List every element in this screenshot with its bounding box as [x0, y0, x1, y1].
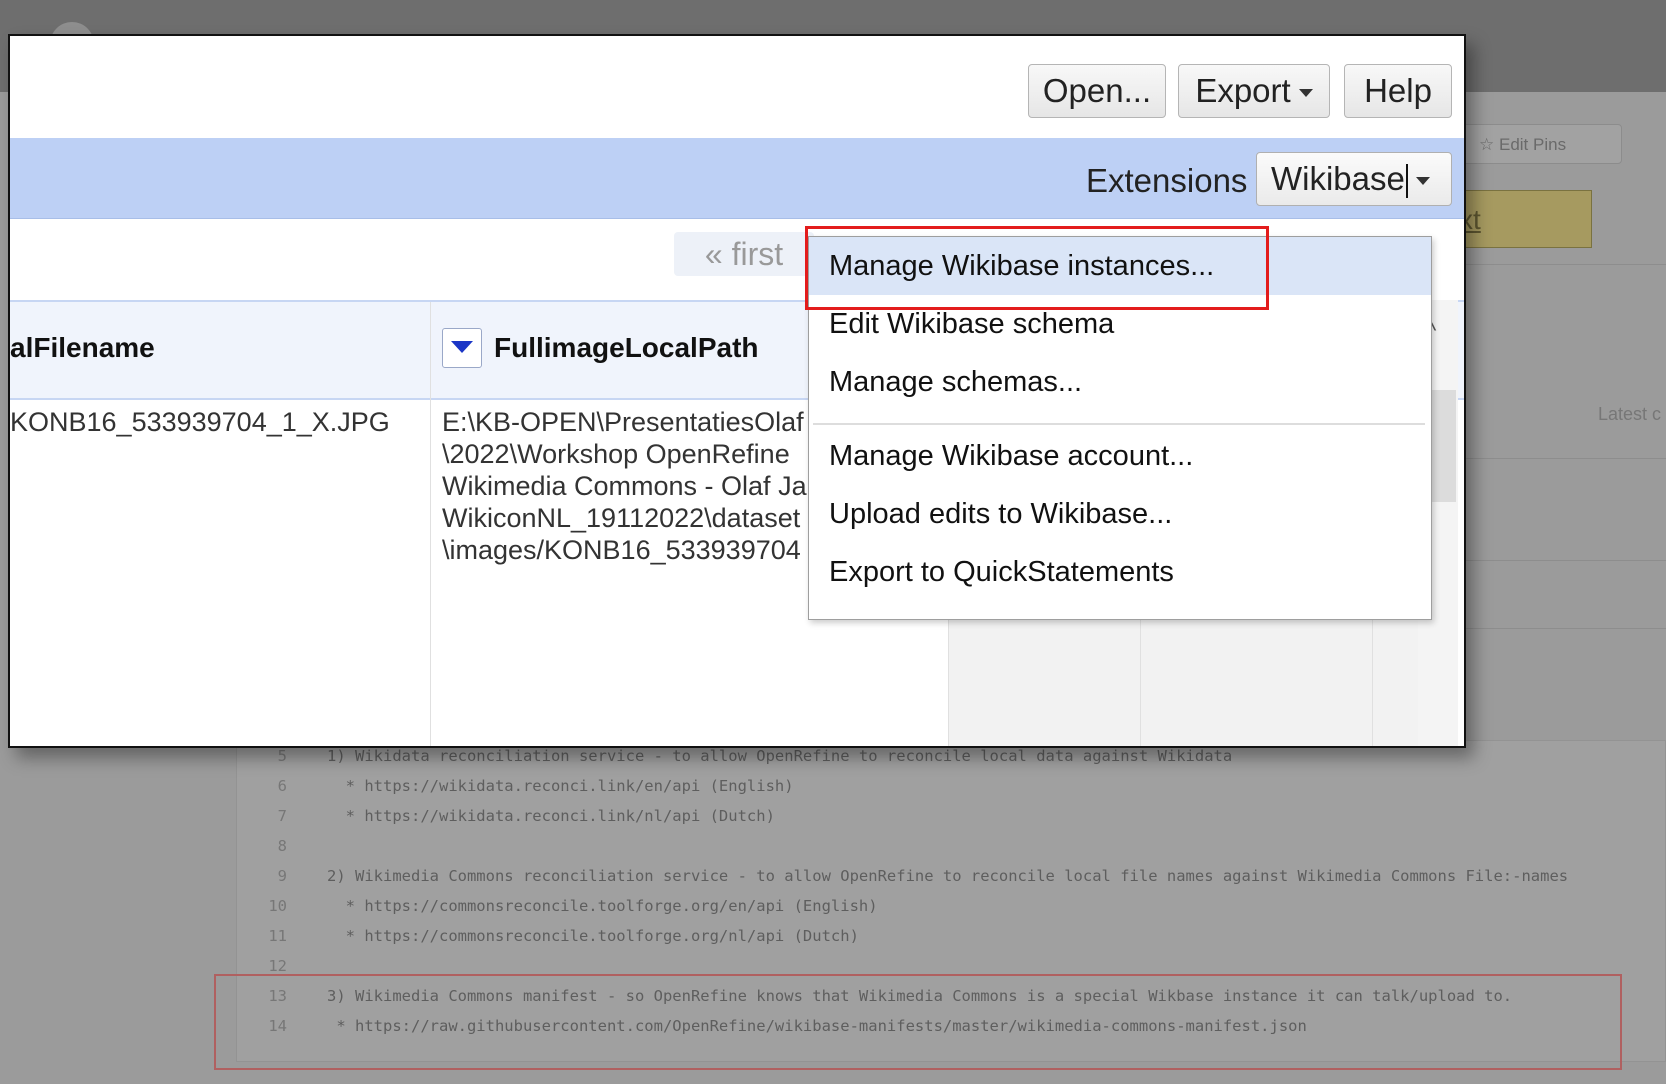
menu-item-manage-wikibase-instances[interactable]: Manage Wikibase instances... [809, 237, 1431, 295]
line-text: * https://commonsreconcile.toolforge.org… [327, 927, 859, 945]
line-number: 11 [268, 927, 287, 945]
openrefine-window: Open... Export Help Extensions Wikibase … [8, 34, 1466, 748]
menu-item-edit-wikibase-schema[interactable]: Edit Wikibase schema [809, 295, 1431, 353]
menu-divider [813, 423, 1425, 425]
pin-icon: ☆ [1479, 135, 1495, 154]
wikibase-dropdown-menu: Manage Wikibase instances... Edit Wikiba… [808, 236, 1432, 620]
line-number: 8 [277, 837, 287, 855]
menu-item-export-quickstatements[interactable]: Export to QuickStatements [809, 543, 1431, 601]
edit-pins-label: Edit Pins [1498, 135, 1567, 154]
window-header: Open... Export Help [10, 36, 1464, 138]
wikibase-label: Wikibase [1271, 160, 1405, 197]
line-number: 7 [277, 807, 287, 825]
table-cell[interactable]: KONB16_533939704_1_X.JPG [10, 406, 390, 438]
divider [1440, 264, 1666, 265]
divider [1440, 628, 1666, 629]
edit-pins-button[interactable]: ☆ Edit Pins [1462, 124, 1622, 164]
line-text: * https://wikidata.reconci.link/nl/api (… [327, 807, 775, 825]
text-cursor [1405, 164, 1408, 199]
menu-item-manage-schemas[interactable]: Manage schemas... [809, 353, 1431, 411]
column-header-filename[interactable]: alFilename [10, 332, 155, 364]
table-cell[interactable]: E:\KB-OPEN\PresentatiesOlaf \2022\Worksh… [442, 406, 807, 566]
divider [1440, 458, 1666, 459]
open-button[interactable]: Open... [1028, 64, 1166, 118]
chevron-down-icon [1415, 177, 1430, 186]
column-divider [430, 400, 431, 746]
line-number: 6 [277, 777, 287, 795]
column-menu-dropdown-icon[interactable] [442, 328, 482, 368]
chevron-down-icon [1298, 89, 1313, 98]
export-label: Export [1195, 72, 1291, 109]
code-highlight-box [214, 974, 1622, 1070]
line-number: 10 [268, 897, 287, 915]
column-header-fullimagelocalpath[interactable]: FullimageLocalPath [494, 332, 759, 364]
menu-item-upload-edits[interactable]: Upload edits to Wikibase... [809, 485, 1431, 543]
latest-label: Latest c [1598, 404, 1662, 424]
line-text: * https://commonsreconcile.toolforge.org… [327, 897, 878, 915]
line-text: * https://wikidata.reconci.link/en/api (… [327, 777, 794, 795]
pager-first[interactable]: « first [674, 232, 814, 276]
help-button[interactable]: Help [1344, 64, 1452, 118]
wikibase-menu-button[interactable]: Wikibase [1256, 152, 1452, 206]
column-divider [430, 302, 431, 402]
menu-item-manage-wikibase-account[interactable]: Manage Wikibase account... [809, 427, 1431, 485]
export-button[interactable]: Export [1178, 64, 1330, 118]
line-number: 9 [277, 867, 287, 885]
line-text: 2) Wikimedia Commons reconciliation serv… [327, 867, 1569, 885]
divider [1440, 560, 1666, 561]
extensions-label: Extensions [1086, 162, 1248, 199]
extensions-bar: Extensions Wikibase [10, 138, 1464, 219]
